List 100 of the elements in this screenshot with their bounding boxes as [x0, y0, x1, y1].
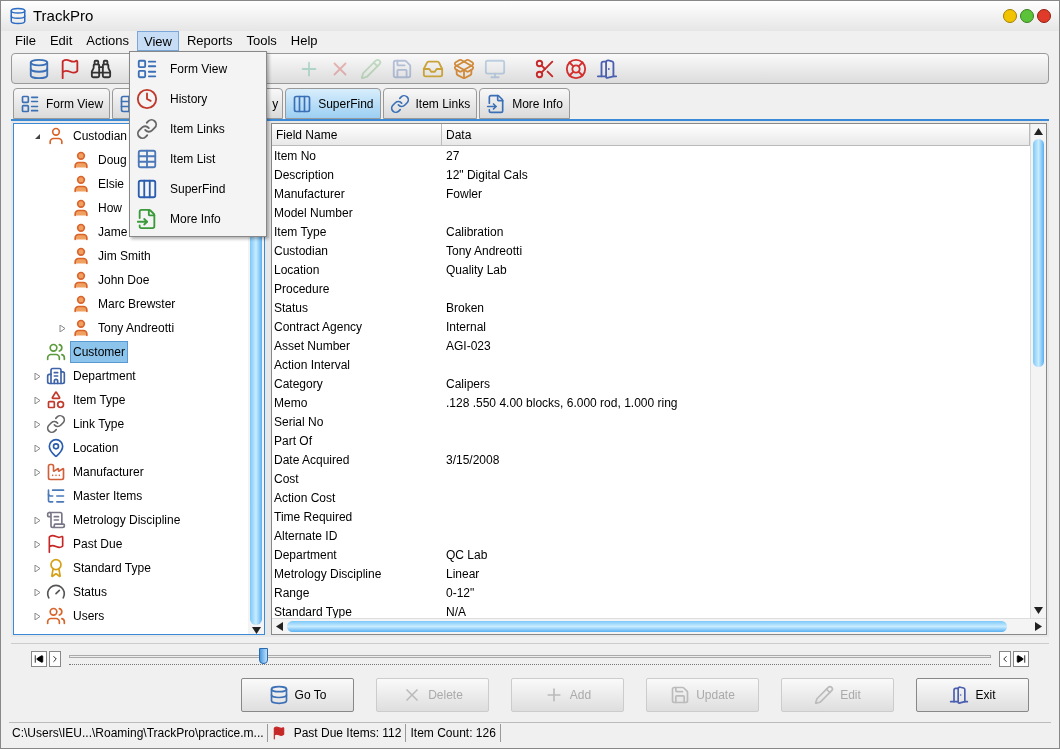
tree-item[interactable]: Jame — [95, 221, 131, 243]
table-cell: Department — [274, 547, 337, 562]
scrollbar[interactable] — [1030, 124, 1046, 618]
tree-item[interactable]: Location — [70, 437, 122, 459]
scroll-down-icon[interactable] — [1034, 607, 1043, 614]
collapsed-caret-icon[interactable] — [33, 372, 41, 380]
table-cell: Cost — [274, 471, 299, 486]
column-header[interactable]: Field Name — [272, 124, 442, 145]
collapsed-caret-icon[interactable] — [33, 516, 41, 524]
table-cell: Standard Type — [274, 604, 352, 618]
collapsed-caret-icon[interactable] — [33, 540, 41, 548]
save-icon — [670, 685, 691, 705]
scroll-down-icon[interactable] — [251, 627, 261, 634]
table-cell: Internal — [446, 319, 487, 334]
table-cell: Item No — [274, 148, 316, 163]
action-button[interactable]: Exit — [916, 678, 1029, 712]
flag-icon — [271, 725, 286, 740]
status-past-due: Past Due Items: 112 — [289, 723, 407, 742]
save-icon — [391, 57, 413, 80]
collapsed-caret-icon[interactable] — [33, 612, 41, 620]
tree-item[interactable]: Past Due — [70, 533, 126, 555]
scroll-up-icon[interactable] — [1034, 128, 1043, 135]
tree-item[interactable]: Elsie — [95, 173, 127, 195]
scrollbar[interactable] — [272, 618, 1046, 634]
table-cell: Manufacturer — [274, 186, 345, 201]
flag-icon — [59, 57, 81, 80]
tree-item[interactable]: Doug — [95, 149, 130, 171]
tree-item[interactable]: Jim Smith — [95, 245, 154, 267]
tree-item[interactable]: Users — [70, 605, 108, 627]
collapsed-caret-icon[interactable] — [33, 420, 41, 428]
menu-item[interactable]: Actions — [80, 31, 135, 51]
table-cell: .128 .550 4.00 blocks, 6.000 rod, 1.000 ring — [446, 395, 678, 410]
tree-item[interactable]: Master Items — [70, 485, 146, 507]
menu-item[interactable]: Help — [284, 31, 324, 51]
flag-icon — [46, 534, 66, 554]
form-icon — [136, 58, 158, 80]
scroll-left-icon[interactable] — [276, 622, 283, 631]
menu-item[interactable]: Form View — [130, 54, 266, 84]
close-button[interactable] — [1037, 9, 1051, 23]
tree-item[interactable]: Item Type — [70, 389, 129, 411]
tab[interactable]: SuperFind — [285, 88, 381, 119]
menu-item[interactable]: SuperFind — [130, 174, 266, 204]
column-header[interactable]: Data — [442, 124, 1030, 145]
tree-item[interactable]: How — [95, 197, 125, 219]
table-cell: Metrology Discipline — [274, 566, 382, 581]
tab[interactable]: Form View — [13, 88, 111, 119]
collapsed-caret-icon[interactable] — [33, 564, 41, 572]
factory-icon — [46, 462, 66, 482]
menu-item[interactable]: View — [137, 31, 179, 51]
tree-item[interactable]: Manufacturer — [70, 461, 147, 483]
first-record-button[interactable] — [31, 650, 47, 667]
menu-item[interactable]: Edit — [43, 31, 79, 51]
tree-item[interactable]: Metrology Discipline — [70, 509, 184, 531]
scroll-icon — [46, 510, 66, 530]
table-cell: Alternate ID — [274, 528, 338, 543]
collapsed-caret-icon[interactable] — [33, 444, 41, 452]
monitor-icon — [484, 57, 506, 80]
collapsed-caret-icon[interactable] — [33, 468, 41, 476]
menu-item[interactable]: File — [9, 31, 42, 51]
minimize-button[interactable] — [1003, 9, 1017, 23]
slider-thumb[interactable] — [258, 647, 268, 664]
table-cell: Asset Number — [274, 338, 351, 353]
tree-item[interactable]: John Doe — [95, 269, 153, 291]
maximize-button[interactable] — [1020, 9, 1034, 23]
action-button[interactable]: Go To — [241, 678, 354, 712]
package-icon — [453, 57, 475, 80]
menu-item[interactable]: Item List — [130, 144, 266, 174]
tree-item[interactable]: Status — [70, 581, 111, 603]
tree-item[interactable]: Standard Type — [70, 557, 154, 579]
scroll-right-icon[interactable] — [1035, 622, 1042, 631]
table-cell: Quality Lab — [446, 262, 507, 277]
menu-item[interactable]: Item Links — [130, 114, 266, 144]
tree-item[interactable]: Link Type — [70, 413, 128, 435]
app-icon — [9, 7, 27, 25]
table-cell: Category — [274, 376, 323, 391]
window-title: TrackPro — [33, 5, 94, 26]
table-cell: Action Cost — [274, 490, 336, 505]
tab[interactable]: More Info — [479, 88, 570, 119]
collapsed-caret-icon[interactable] — [58, 324, 66, 332]
tree-item[interactable]: Custodian — [70, 125, 131, 147]
table-cell: Status — [274, 300, 309, 315]
menu-item[interactable]: Reports — [180, 31, 239, 51]
document-arrow-icon — [486, 93, 507, 114]
tree-item[interactable]: Tony Andreotti — [95, 317, 178, 339]
tree-item[interactable]: Customer — [70, 341, 128, 363]
last-record-button[interactable] — [1013, 650, 1029, 667]
collapsed-caret-icon[interactable] — [33, 588, 41, 596]
pin-icon — [46, 438, 66, 458]
tab[interactable]: Item Links — [382, 88, 478, 119]
tree-item[interactable]: Department — [70, 365, 139, 387]
binoculars-icon — [90, 57, 112, 80]
menu-item[interactable]: More Info — [130, 204, 266, 234]
expanded-caret-icon[interactable] — [33, 132, 41, 140]
menu-item[interactable]: History — [130, 84, 266, 114]
tree-item[interactable]: Marc Brewster — [95, 293, 179, 315]
menu-item[interactable]: Tools — [240, 31, 283, 51]
table-cell: 12" Digital Cals — [446, 167, 528, 182]
database-icon — [268, 685, 289, 705]
panels-icon — [136, 178, 158, 200]
collapsed-caret-icon[interactable] — [33, 396, 41, 404]
